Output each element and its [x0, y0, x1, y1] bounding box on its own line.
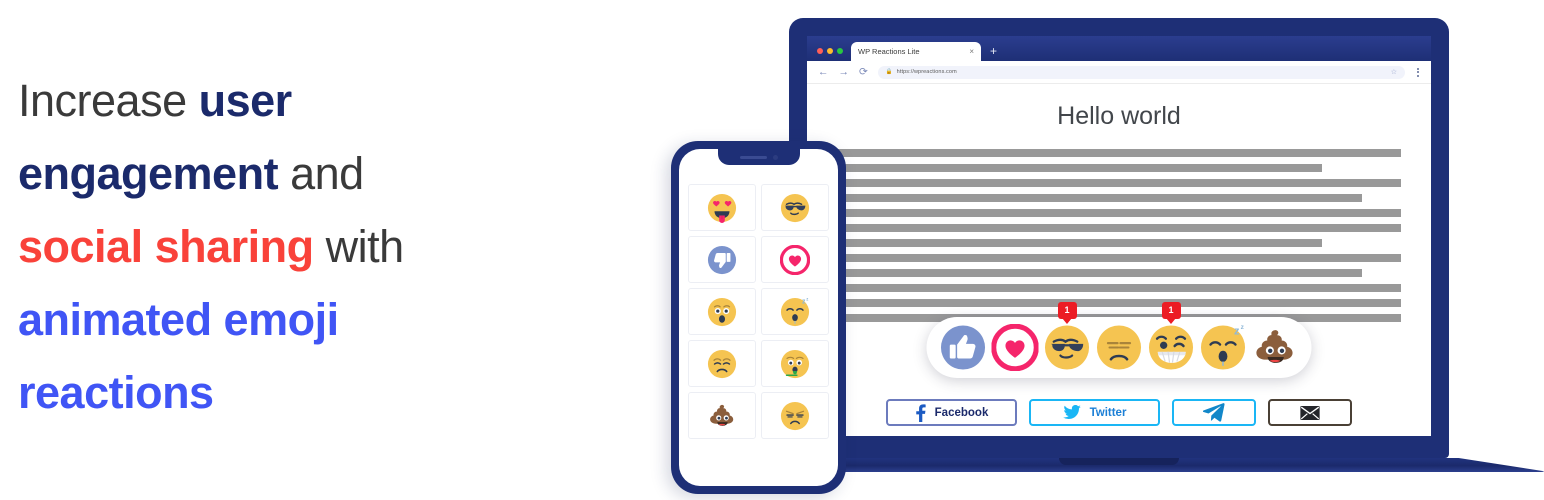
browser-tab-title: WP Reactions Lite — [858, 47, 920, 56]
phone-emoji-card-cool[interactable] — [761, 184, 829, 231]
share-button-email[interactable] — [1268, 399, 1352, 426]
phone-emoji-grid: zz — [688, 184, 829, 439]
content-placeholder-bar — [837, 194, 1362, 202]
content-placeholder-bar — [837, 299, 1401, 307]
phone-emoji-card-sleeping[interactable]: zz — [761, 288, 829, 335]
phone-emoji-card-sick[interactable] — [761, 340, 829, 387]
reaction-funny[interactable]: 1 — [1148, 302, 1195, 371]
share-button-twitter[interactable]: Twitter — [1029, 399, 1160, 426]
maximize-window-dot[interactable] — [837, 48, 843, 54]
svg-text:z: z — [806, 297, 808, 301]
reaction-cool[interactable]: 1 — [1044, 302, 1091, 371]
phone-emoji-card-heart-eyes-tongue[interactable] — [688, 184, 756, 231]
kebab-menu-icon[interactable] — [1415, 67, 1421, 77]
reaction-bar-wrapper: 1 1 zz — [926, 302, 1312, 378]
svg-text:z: z — [1234, 325, 1240, 337]
close-icon[interactable]: × — [969, 47, 974, 56]
lock-icon: 🔒 — [885, 69, 893, 75]
twitter-icon — [1062, 405, 1081, 420]
content-placeholder-bar — [837, 254, 1401, 262]
phone-speaker-icon — [739, 155, 767, 159]
star-icon[interactable]: ☆ — [1391, 68, 1397, 76]
reaction-bar[interactable]: 1 1 zz — [926, 302, 1312, 378]
facebook-icon — [915, 403, 926, 422]
headline-bold-reactions: reactions — [18, 367, 214, 418]
browser-tab[interactable]: WP Reactions Lite × — [851, 42, 981, 61]
content-placeholder-bar — [837, 209, 1401, 217]
share-button-telegram[interactable] — [1172, 399, 1256, 426]
content-placeholder-bar — [837, 164, 1323, 172]
browser-toolbar: ← → ⟳ 🔒 https://wpreactions.com ☆ — [807, 61, 1431, 84]
content-placeholder-bar — [837, 269, 1362, 277]
headline-bold-social-sharing: social sharing — [18, 221, 314, 272]
headline-text-with: with — [313, 221, 405, 272]
forward-arrow-icon[interactable]: → — [839, 67, 850, 78]
laptop-base-notch — [1059, 458, 1179, 465]
reaction-love[interactable] — [991, 324, 1039, 371]
reaction-count-badge: 1 — [1057, 302, 1077, 319]
phone-camera-icon — [772, 154, 778, 160]
headline-text-and: and — [278, 148, 364, 199]
reaction-count-badge: 1 — [1161, 302, 1181, 319]
headline-text-increase: Increase — [18, 75, 199, 126]
laptop-mockup: WP Reactions Lite × + ← → ⟳ 🔒 https://wp… — [689, 18, 1544, 472]
share-button-label: Twitter — [1089, 406, 1127, 419]
share-button-label: Facebook — [934, 406, 989, 419]
share-button-facebook[interactable]: Facebook — [886, 399, 1017, 426]
phone-emoji-card-disappointed[interactable] — [688, 340, 756, 387]
address-bar[interactable]: 🔒 https://wpreactions.com ☆ — [877, 65, 1405, 79]
phone-emoji-card-poop[interactable] — [688, 392, 756, 439]
page-title: Hello world — [1057, 102, 1181, 130]
svg-text:z: z — [802, 298, 806, 305]
phone-screen: zz — [679, 149, 838, 486]
reaction-thumbs-up[interactable] — [940, 324, 987, 371]
page-headline: Increase user engagement and social shar… — [18, 64, 578, 429]
close-window-dot[interactable] — [817, 48, 823, 54]
headline-bold-engagement: engagement — [18, 148, 279, 199]
phone-notch — [717, 149, 800, 165]
phone-emoji-card-love[interactable] — [761, 236, 829, 283]
reaction-poop[interactable] — [1252, 324, 1299, 371]
phone-mockup: zz — [671, 141, 846, 494]
phone-emoji-card-thumbs-down[interactable] — [688, 236, 756, 283]
reaction-sad[interactable] — [1096, 324, 1143, 371]
social-share-row: Facebook Twitter — [886, 399, 1352, 426]
webpage-content: Hello world 11zz Facebook Twitter — [807, 84, 1431, 436]
content-placeholder-bar — [837, 239, 1323, 247]
laptop-screen: WP Reactions Lite × + ← → ⟳ 🔒 https://wp… — [807, 36, 1431, 436]
address-bar-url: https://wpreactions.com — [896, 69, 957, 75]
reaction-sleepy[interactable]: zz — [1200, 324, 1247, 371]
content-placeholder-bar — [837, 284, 1401, 292]
headline-bold-animated-emoji: animated emoji — [18, 294, 339, 345]
phone-emoji-card-tired[interactable] — [761, 392, 829, 439]
headline-bold-user: user — [198, 75, 293, 126]
content-placeholder-bar — [837, 179, 1401, 187]
envelope-icon — [1300, 405, 1320, 420]
telegram-icon — [1203, 403, 1225, 422]
window-controls[interactable] — [815, 48, 851, 61]
content-placeholder-bar — [837, 224, 1401, 232]
phone-emoji-card-astonished[interactable] — [688, 288, 756, 335]
browser-tabbar: WP Reactions Lite × + — [807, 36, 1431, 61]
back-arrow-icon[interactable]: ← — [818, 67, 829, 78]
content-placeholder-bar — [837, 149, 1401, 157]
svg-text:z: z — [1241, 324, 1245, 331]
minimize-window-dot[interactable] — [827, 48, 833, 54]
new-tab-button[interactable]: + — [981, 45, 997, 61]
reload-icon[interactable]: ⟳ — [859, 67, 868, 78]
content-placeholder-bars — [837, 149, 1401, 322]
